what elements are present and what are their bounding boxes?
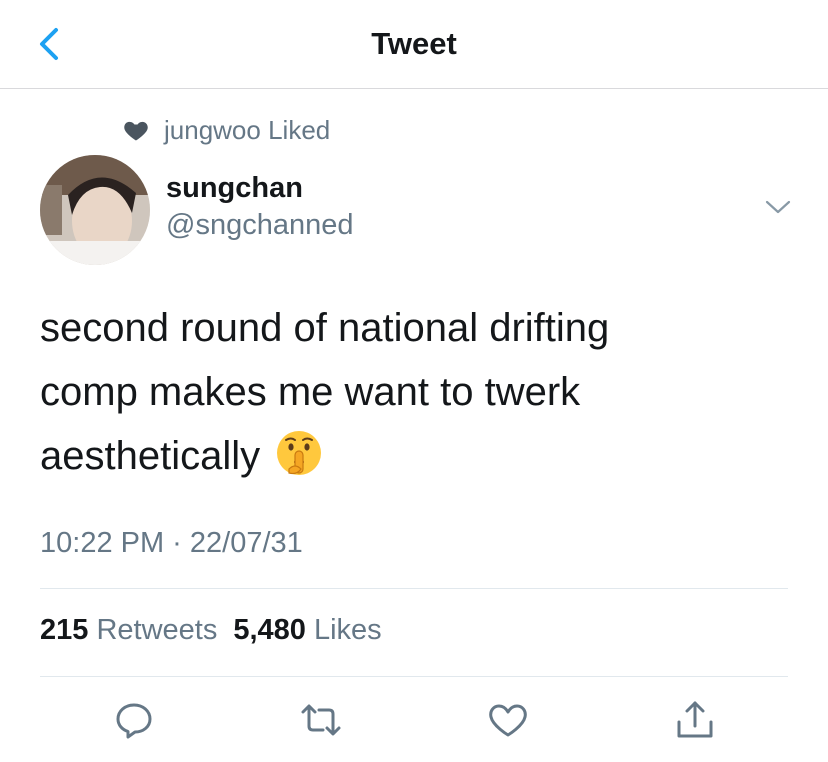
more-options-button[interactable]	[764, 197, 792, 217]
shushing-face-emoji-icon	[277, 431, 322, 475]
tweet-text-segment: aesthetically	[40, 434, 261, 478]
divider	[40, 676, 788, 677]
social-context-label: jungwoo Liked	[164, 114, 331, 145]
tweet-text-line: aesthetically	[40, 424, 780, 488]
social-context[interactable]: jungwoo Liked	[122, 113, 330, 147]
like-icon	[489, 704, 527, 737]
reply-button[interactable]	[112, 698, 156, 742]
retweet-icon	[301, 704, 341, 736]
likes-label: Likes	[313, 614, 382, 646]
tweet-timestamp: 10:22 PM · 22/07/31	[40, 527, 303, 559]
divider	[40, 588, 788, 589]
retweets-stat[interactable]: 215 Retweets	[40, 614, 221, 647]
retweets-label: Retweets	[96, 614, 218, 646]
user-handle[interactable]: @sngchanned	[166, 206, 353, 244]
author-info[interactable]: sungchan @sngchanned	[166, 170, 353, 244]
heart-icon	[124, 121, 148, 141]
avatar[interactable]	[40, 155, 150, 265]
action-bar	[0, 690, 828, 750]
tweet-stats: 215 Retweets 5,480 Likes	[40, 614, 386, 647]
like-button[interactable]	[486, 698, 530, 742]
share-icon	[677, 701, 713, 738]
retweets-count: 215	[40, 614, 89, 646]
nav-bar: Tweet	[0, 0, 828, 89]
page-title: Tweet	[371, 26, 457, 61]
share-button[interactable]	[673, 698, 717, 742]
reply-icon	[116, 703, 152, 739]
avatar-image	[40, 155, 150, 265]
likes-stat[interactable]: 5,480 Likes	[233, 614, 385, 647]
tweet-text-line: comp makes me want to twerk	[40, 370, 581, 414]
tweet-text-line: second round of national drifting	[40, 306, 610, 350]
caret-down-icon	[765, 200, 791, 214]
retweet-button[interactable]	[299, 698, 343, 742]
display-name[interactable]: sungchan	[166, 170, 353, 206]
tweet-text: second round of national drifting comp m…	[40, 296, 780, 488]
likes-count: 5,480	[233, 614, 306, 646]
